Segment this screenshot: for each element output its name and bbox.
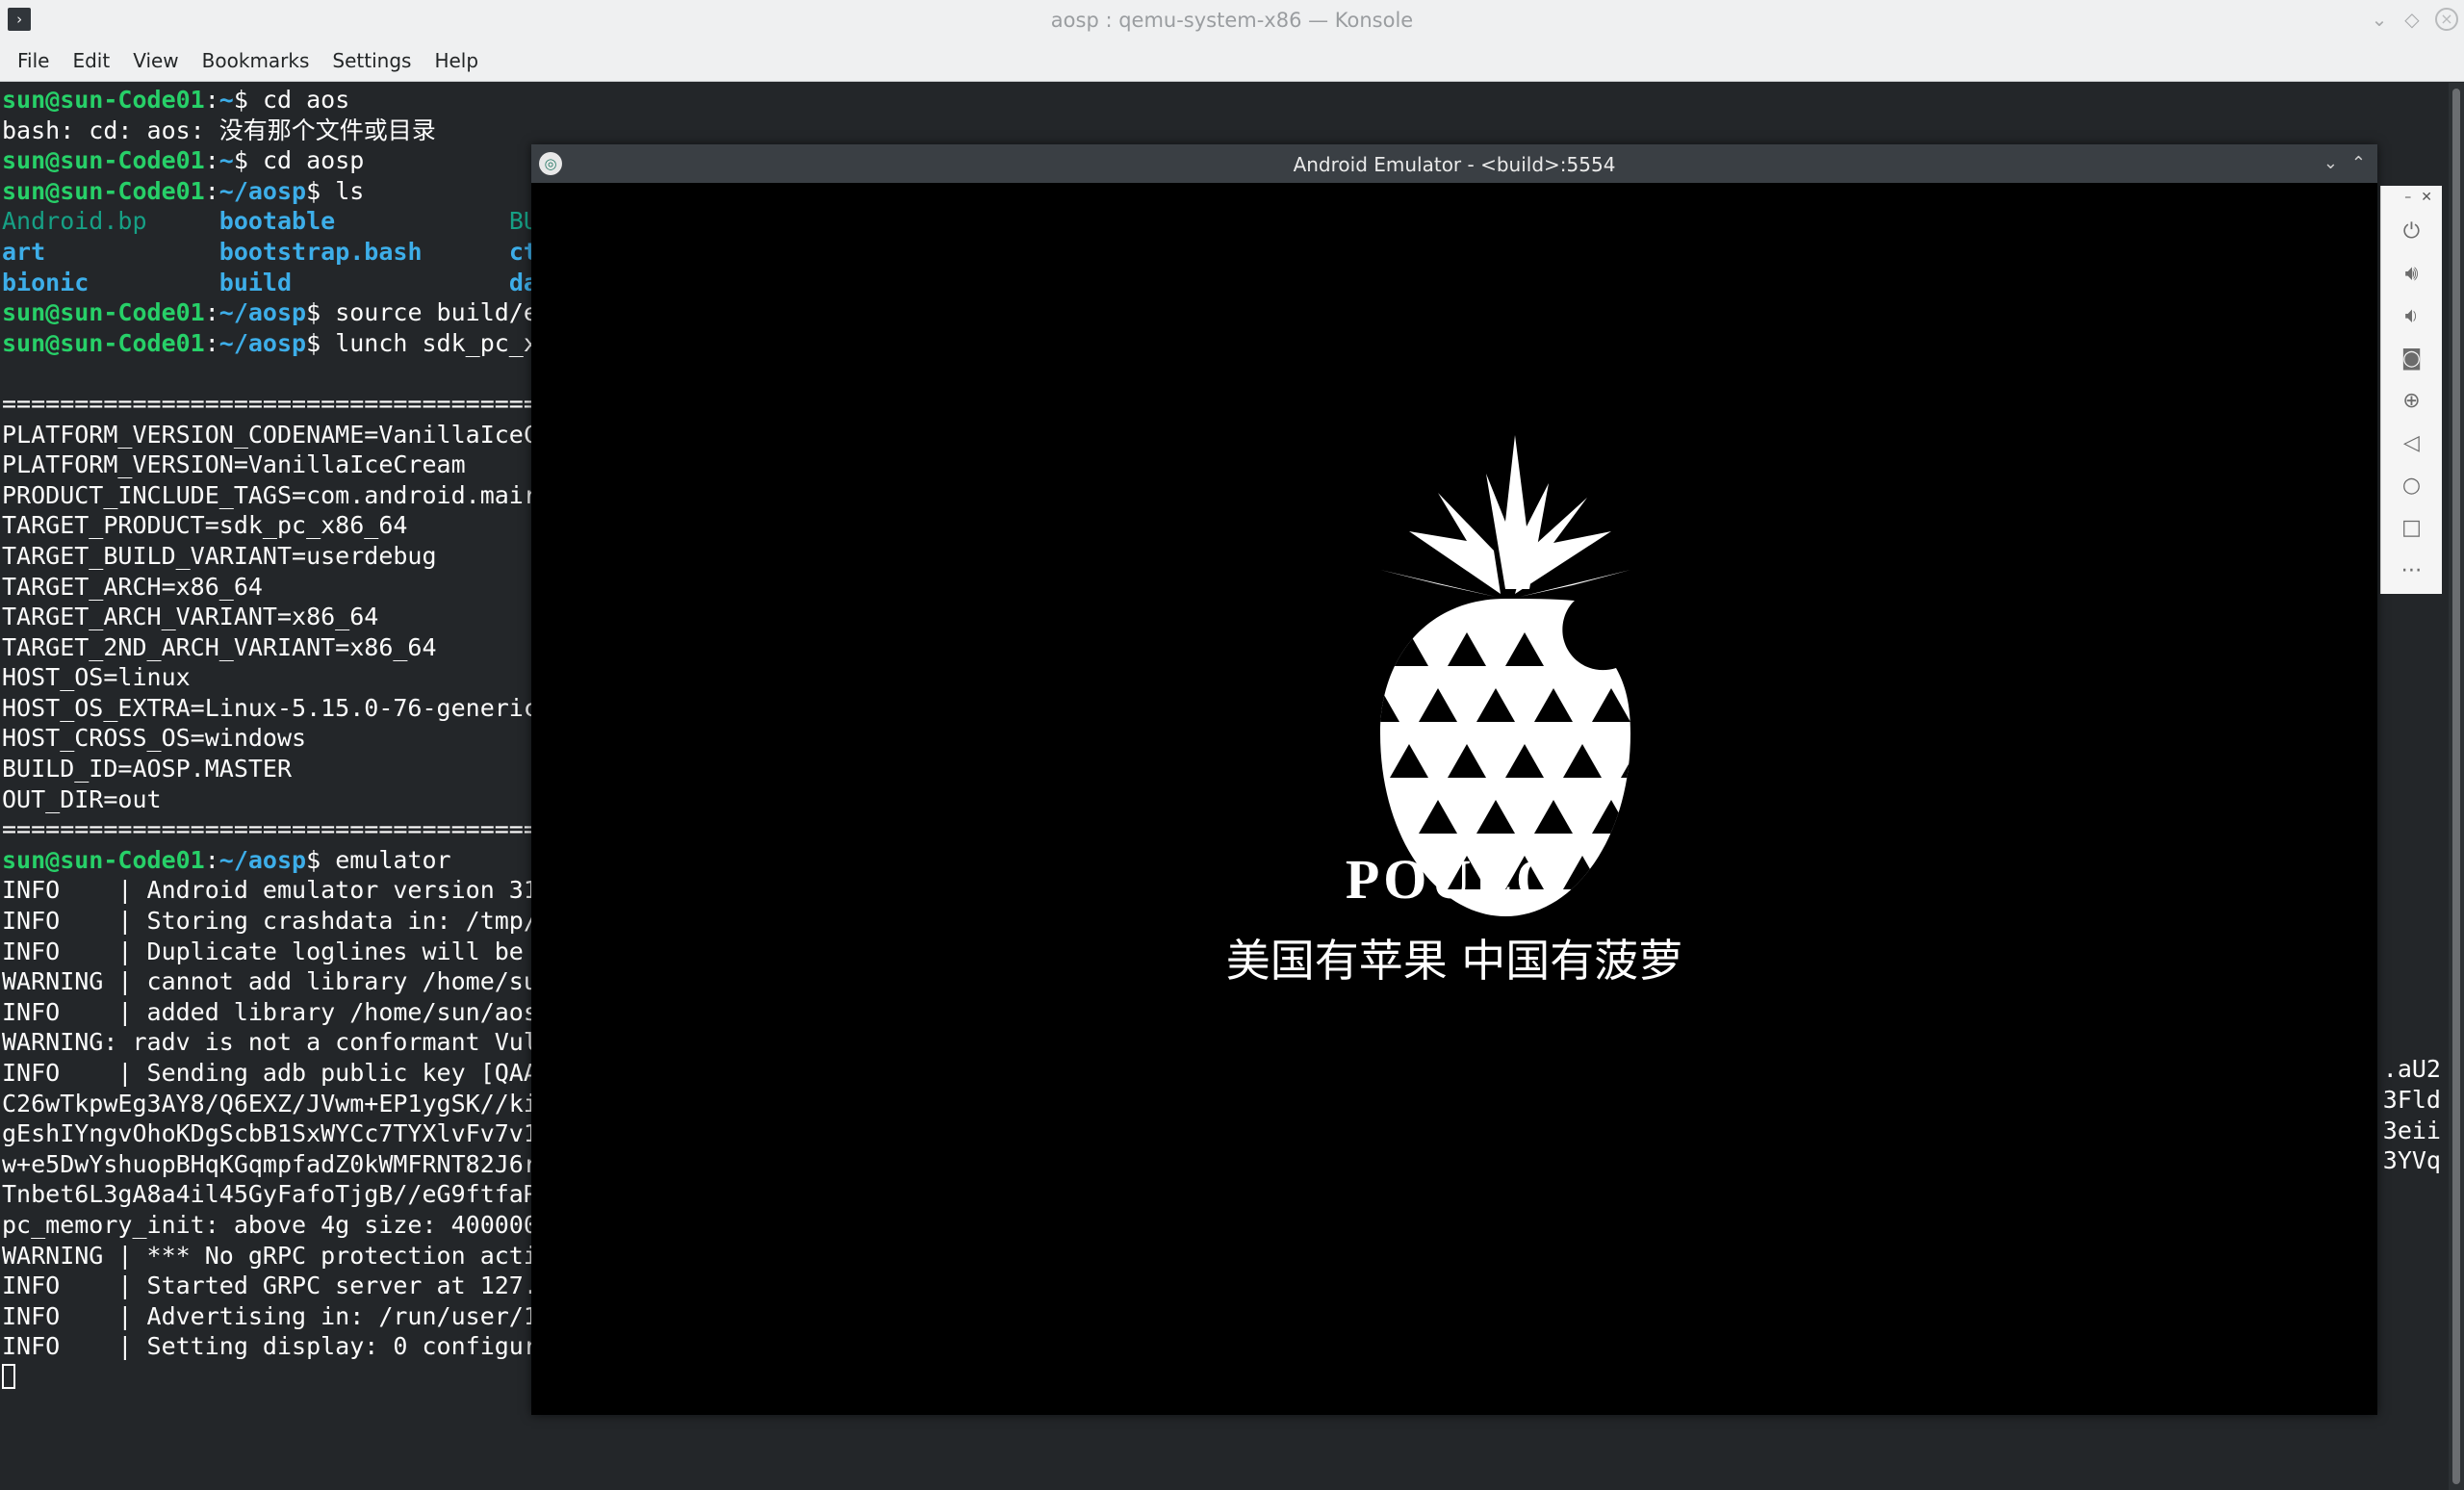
- prompt-user: sun@sun-Code01: [2, 146, 205, 175]
- menu-file[interactable]: File: [6, 39, 61, 81]
- terminal-fragment: 3eii: [2382, 1117, 2441, 1144]
- power-icon[interactable]: ⏻: [2381, 211, 2442, 253]
- ls-entry: bootable: [218, 207, 509, 236]
- terminal-line: bash: cd: aos: 没有那个文件或目录: [2, 116, 436, 144]
- maximize-icon[interactable]: ◇: [2402, 6, 2422, 33]
- prompt-user: sun@sun-Code01: [2, 298, 205, 327]
- ls-entry: Android.bp: [2, 207, 219, 236]
- ls-entry: bionic: [2, 268, 219, 296]
- window-titlebar: › aosp : qemu-system-x86 — Konsole ⌄ ◇ ×: [0, 0, 2464, 39]
- back-icon[interactable]: ◁: [2381, 423, 2442, 465]
- close-icon[interactable]: ×: [2435, 8, 2458, 31]
- prompt-command: $ lunch sdk_pc_x: [306, 328, 538, 357]
- prompt-user: sun@sun-Code01: [2, 845, 205, 874]
- minimize-icon[interactable]: ⌄: [2370, 6, 2389, 33]
- chevron-up-icon[interactable]: ⌃: [2351, 148, 2366, 179]
- prompt-path: ~/aosp: [218, 298, 307, 327]
- prompt-path: ~/aosp: [218, 845, 307, 874]
- overview-icon[interactable]: □: [2381, 507, 2442, 550]
- window-title: aosp : qemu-system-x86 — Konsole: [1050, 9, 1414, 32]
- more-icon[interactable]: ⋯: [2381, 550, 2442, 592]
- prompt-path: ~/aosp: [218, 176, 307, 205]
- terminal-line: sun@sun-Code01:~$ cd aos: [2, 86, 350, 114]
- menu-view[interactable]: View: [121, 39, 190, 81]
- prompt-user: sun@sun-Code01: [2, 176, 205, 205]
- prompt-path: ~: [218, 146, 234, 175]
- scrollbar-thumb[interactable]: [2452, 89, 2460, 1484]
- emulator-window: ◎ Android Emulator - <build>:5554 ⌄ ⌃ PO…: [531, 144, 2377, 1415]
- prompt-user: sun@sun-Code01: [2, 86, 205, 114]
- emulator-titlebar[interactable]: ◎ Android Emulator - <build>:5554 ⌄ ⌃: [531, 144, 2377, 183]
- menu-settings[interactable]: Settings: [321, 39, 423, 81]
- ls-entry: art: [2, 237, 219, 266]
- emulator-title: Android Emulator - <build>:5554: [1293, 153, 1616, 176]
- prompt-path: ~/aosp: [218, 328, 307, 357]
- terminal-cursor: [2, 1363, 15, 1389]
- emulator-toolbar: – ✕ ⏻ 🔊︎ 🔉︎ ◙ ⊕ ◁ ○ □ ⋯: [2380, 186, 2442, 594]
- toolbar-minimize-icon[interactable]: –: [2404, 190, 2411, 211]
- terminal-scrollbar[interactable]: [2449, 83, 2464, 1490]
- window-controls: ⌄ ◇ ×: [2370, 6, 2458, 33]
- prompt-command: $ source build/e: [306, 298, 538, 327]
- home-icon[interactable]: ○: [2381, 465, 2442, 507]
- prompt-command: $ ls: [306, 176, 365, 205]
- prompt-command: $ cd aos: [233, 86, 350, 114]
- menu-help[interactable]: Help: [423, 39, 490, 81]
- menu-edit[interactable]: Edit: [61, 39, 121, 81]
- volume-up-icon[interactable]: 🔊︎: [2381, 253, 2442, 295]
- toolbar-window-controls: – ✕: [2381, 186, 2442, 211]
- prompt-command: $ emulator: [306, 845, 451, 874]
- chevron-down-icon[interactable]: ⌄: [2323, 148, 2338, 179]
- volume-down-icon[interactable]: 🔉︎: [2381, 295, 2442, 338]
- ls-entry: bootstrap.bash: [218, 237, 509, 266]
- zoom-icon[interactable]: ⊕: [2381, 380, 2442, 423]
- menu-bar: File Edit View Bookmarks Settings Help: [0, 39, 2464, 82]
- prompt-user: sun@sun-Code01: [2, 328, 205, 357]
- emulator-screen[interactable]: POULO 美国有苹果 中国有菠萝: [531, 183, 2377, 1415]
- terminal-fragment: 3YVq: [2382, 1146, 2441, 1174]
- terminal-fragment: .aU2: [2382, 1055, 2441, 1083]
- toolbar-close-icon[interactable]: ✕: [2421, 190, 2432, 211]
- ls-entry: build: [218, 268, 509, 296]
- brand-name: POULO: [1345, 848, 1564, 911]
- terminal-fragment: 3Fld: [2382, 1086, 2441, 1114]
- emulator-window-controls: ⌄ ⌃: [2323, 148, 2366, 179]
- prompt-command: $ cd aosp: [233, 146, 365, 175]
- prompt-path: ~: [218, 86, 234, 114]
- camera-icon[interactable]: ◙: [2381, 338, 2442, 380]
- menu-bookmarks[interactable]: Bookmarks: [191, 39, 321, 81]
- brand-slogan: 美国有苹果 中国有菠萝: [1225, 935, 1683, 987]
